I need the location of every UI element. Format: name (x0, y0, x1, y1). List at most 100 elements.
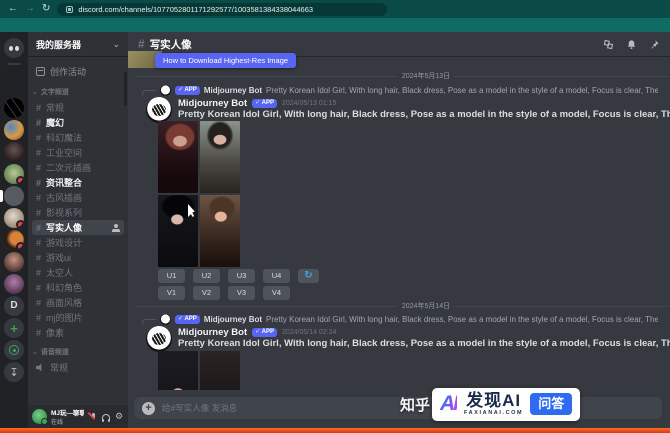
attach-plus-icon[interactable]: + (142, 402, 155, 415)
server-icon[interactable] (4, 230, 24, 250)
discord-home-icon[interactable] (4, 38, 24, 58)
channel-item[interactable]: #画面风格 (32, 295, 124, 310)
server-icon[interactable] (4, 120, 24, 140)
channel-item[interactable]: #太空人 (32, 265, 124, 280)
hash-icon: # (36, 133, 41, 143)
hash-icon: # (36, 163, 41, 173)
reply-avatar (160, 85, 171, 96)
server-icon[interactable] (4, 142, 24, 162)
generated-image-4[interactable] (200, 195, 240, 267)
rerun-button[interactable]: ↻ (298, 269, 319, 283)
server-icon-midjourney[interactable] (4, 98, 24, 118)
channel-item[interactable]: #影视系列 (32, 205, 124, 220)
user-avatar[interactable] (32, 409, 47, 424)
watermark-brand-wrap: 发现AI FAXIANAI.COM (464, 392, 523, 417)
mute-mic-button[interactable] (88, 412, 98, 422)
channel-item[interactable]: #二次元插画 (32, 160, 124, 175)
u4-button[interactable]: U4 (263, 269, 290, 283)
channel-label: 游戏ui (46, 251, 71, 264)
channel-item[interactable]: #常规 (32, 100, 124, 115)
deafen-button[interactable] (101, 412, 111, 422)
server-icon[interactable] (4, 274, 24, 294)
message-input-box[interactable]: + (134, 397, 662, 419)
v4-button[interactable]: V4 (263, 286, 290, 300)
u3-button[interactable]: U3 (228, 269, 255, 283)
reply-context[interactable]: ✓ APP Midjourney Bot Pretty Korean Idol … (128, 84, 658, 96)
bot-avatar[interactable] (146, 326, 172, 352)
generated-image-1[interactable] (158, 121, 198, 193)
author-name[interactable]: Midjourney Bot (178, 327, 247, 338)
chat-main: # 写实人像 How to Download Highest-Res Image (128, 32, 670, 428)
watermark-domain: FAXIANAI.COM (464, 411, 523, 417)
invite-member-icon[interactable] (112, 224, 120, 232)
sidebar-scrollbar[interactable] (124, 72, 127, 106)
sidebar-item-events[interactable]: 创作活动 (28, 62, 128, 80)
generated-image-3[interactable] (158, 195, 198, 267)
explore-servers-button[interactable] (4, 340, 24, 360)
settings-button[interactable]: ⚙ (114, 412, 124, 422)
reply-author[interactable]: Midjourney Bot (204, 86, 262, 95)
image-grid[interactable] (158, 121, 240, 267)
compass-icon (9, 345, 19, 355)
category-voice-channels[interactable]: ⌄ 语音频道 (28, 344, 128, 360)
channel-item-active[interactable]: #写实人像 (32, 220, 124, 235)
variation-button-row: V1 V2 V3 V4 (158, 286, 290, 300)
browser-forward-icon[interactable]: → (25, 0, 35, 18)
channel-item[interactable]: #古风插画 (32, 190, 124, 205)
server-icon[interactable] (4, 208, 24, 228)
v3-button[interactable]: V3 (228, 286, 255, 300)
rail-divider (7, 63, 21, 65)
channel-item[interactable]: #魔幻 (32, 115, 124, 130)
browser-back-icon[interactable]: ← (8, 0, 18, 18)
bot-avatar[interactable] (146, 97, 172, 123)
channel-label: 魔幻 (46, 116, 64, 129)
voice-channel-item[interactable]: 常规 (32, 360, 124, 375)
reply-context[interactable]: ✓ APP Midjourney Bot Pretty Korean Idol … (128, 313, 658, 325)
channel-item[interactable]: #游戏设计 (32, 235, 124, 250)
author-name[interactable]: Midjourney Bot (178, 98, 247, 109)
threads-icon[interactable] (603, 39, 614, 50)
channel-item[interactable]: #科幻魔法 (32, 130, 124, 145)
address-bar[interactable]: discord.com/channels/1077052801171292577… (57, 3, 387, 16)
channel-item[interactable]: # 游戏ui (32, 250, 124, 265)
channel-label: 游戏设计 (46, 236, 82, 249)
channel-item[interactable]: #科幻角色 (32, 280, 124, 295)
reply-author[interactable]: Midjourney Bot (204, 315, 262, 324)
server-icon-current[interactable] (4, 186, 24, 206)
reply-spine (142, 90, 156, 97)
v2-button[interactable]: V2 (193, 286, 220, 300)
site-info-icon[interactable] (66, 6, 73, 13)
channel-item[interactable]: #资讯整合 (32, 175, 124, 190)
reply-preview-text[interactable]: Pretty Korean Idol Girl, With long hair,… (266, 86, 658, 95)
channel-label: 写实人像 (46, 221, 82, 234)
category-text-channels[interactable]: ⌄ 文字频道 (28, 84, 128, 100)
howto-download-button[interactable]: How to Download Highest-Res Image (155, 53, 296, 68)
channel-item[interactable]: #工业空间 (32, 145, 124, 160)
u1-button[interactable]: U1 (158, 269, 185, 283)
headphones-icon (102, 414, 110, 420)
pinned-messages-icon[interactable] (649, 39, 660, 50)
hash-icon: # (36, 253, 41, 263)
date-divider: 2024年5月14日 (136, 306, 670, 307)
hash-icon: # (36, 103, 41, 113)
microphone-muted-icon (91, 413, 96, 421)
u2-button[interactable]: U2 (193, 269, 220, 283)
channel-item[interactable]: #mj的图片 (32, 310, 124, 325)
download-apps-button[interactable]: ↧ (4, 362, 24, 382)
browser-reload-icon[interactable]: ↻ (42, 0, 50, 18)
hash-icon: # (36, 208, 41, 218)
events-label: 创作活动 (50, 65, 86, 78)
channel-item[interactable]: #像素 (32, 325, 124, 340)
server-header[interactable]: 我的服务器 ⌄ (28, 32, 128, 56)
server-icon-letter[interactable]: D (4, 296, 24, 316)
app-badge: ✓ APP (252, 328, 277, 337)
notification-bell-icon[interactable] (626, 39, 637, 50)
channel-title: 写实人像 (150, 37, 192, 52)
generated-image-2[interactable] (200, 121, 240, 193)
v1-button[interactable]: V1 (158, 286, 185, 300)
server-icon[interactable] (4, 252, 24, 272)
reply-preview-text[interactable]: Pretty Korean Idol Girl, With long hair,… (266, 315, 658, 324)
channel-label: 常规 (50, 361, 68, 374)
server-icon[interactable] (4, 164, 24, 184)
add-server-button[interactable]: + (4, 318, 24, 338)
